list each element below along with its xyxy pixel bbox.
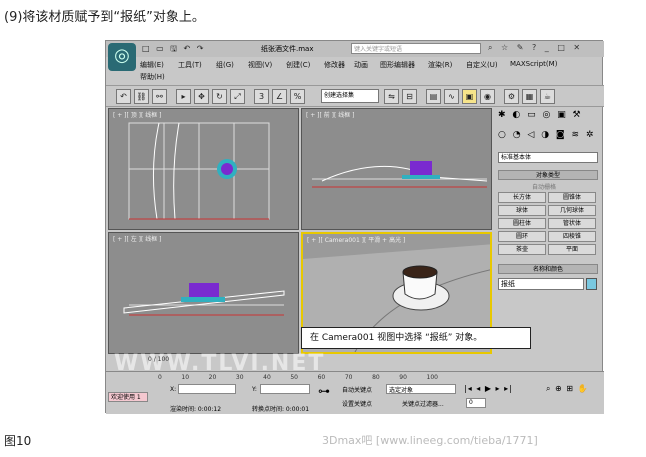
x-label: X:: [170, 386, 177, 393]
unlink-icon[interactable]: ⚯: [152, 89, 167, 104]
auto-key-button[interactable]: 自动关键点: [342, 385, 372, 394]
menu-rendering[interactable]: 渲染(R): [428, 60, 452, 70]
tick-label: 30: [235, 374, 244, 381]
mirror-icon[interactable]: ⇋: [384, 89, 399, 104]
viewport-navigation-controls[interactable]: ⌕ ⊕ ⊞ ✋: [546, 384, 588, 394]
cylinder-button[interactable]: 圆柱体: [498, 218, 546, 229]
tick-label: 10: [181, 374, 190, 381]
current-frame-input[interactable]: 0: [466, 398, 486, 408]
name-color-rollout[interactable]: 名称和颜色: [498, 264, 598, 274]
menu-tools[interactable]: 工具(T): [178, 60, 202, 70]
y-label: Y:: [252, 386, 257, 393]
viewport-front[interactable]: [ + ][ 前 ][ 线框 ]: [301, 108, 492, 230]
render-icon[interactable]: ☕: [540, 89, 555, 104]
plane-button[interactable]: 平面: [548, 244, 596, 255]
source-watermark: 3Dmax吧 [www.lineeg.com/tieba/1771]: [322, 434, 538, 447]
torus-button[interactable]: 圆环: [498, 231, 546, 242]
menu-maxscript[interactable]: MAXScript(M): [510, 60, 557, 68]
max-app-window: ◎ □ ▭ 🖫 ↶ ↷ 纸张酒文件.max 键入关键字或短语 ⌕ ☆ ✎ ? _…: [105, 40, 604, 414]
quick-access-toolbar[interactable]: □ ▭ 🖫 ↶ ↷: [142, 43, 206, 57]
render-setup-icon[interactable]: ⚙: [504, 89, 519, 104]
timeline-ruler[interactable]: 0 10 20 30 40 50 60 70 80 90 100: [158, 374, 438, 382]
layer-icon[interactable]: ▤: [426, 89, 441, 104]
timeline-counter[interactable]: 0 / 100: [148, 356, 169, 363]
viewport-left-scene: [123, 283, 285, 316]
tick-label: 100: [426, 374, 438, 381]
viewport-top-scene: [128, 122, 270, 220]
percent-snap-icon[interactable]: %: [290, 89, 305, 104]
menu-view[interactable]: 视图(V): [248, 60, 272, 70]
material-editor-icon[interactable]: ◉: [480, 89, 495, 104]
menu-help[interactable]: 帮助(H): [140, 72, 165, 82]
teapot-button[interactable]: 茶壶: [498, 244, 546, 255]
menu-create[interactable]: 创建(C): [286, 60, 310, 70]
command-panel-tabs[interactable]: ✱ ◐ ▭ ◎ ▣ ⚒: [498, 110, 583, 120]
selection-set-dropdown[interactable]: 创建选择集: [321, 89, 379, 103]
key-icon[interactable]: ⊶: [318, 384, 330, 398]
tick-label: 90: [399, 374, 407, 381]
menu-customize[interactable]: 自定义(U): [466, 60, 498, 70]
angle-snap-icon[interactable]: ∠: [272, 89, 287, 104]
y-coordinate-input[interactable]: [260, 384, 310, 394]
object-type-rollout[interactable]: 对象类型: [498, 170, 598, 180]
render-time-text: 渲染时间: 0:00:12: [170, 406, 222, 413]
tick-label: 20: [208, 374, 217, 381]
selected-dropdown[interactable]: 选定对象: [386, 384, 456, 394]
link-icon[interactable]: ⛓: [134, 89, 149, 104]
menu-modifiers[interactable]: 修改器: [324, 60, 345, 70]
schematic-icon[interactable]: ▣: [462, 89, 477, 104]
undo-icon[interactable]: ↶: [116, 89, 131, 104]
max-logo-icon[interactable]: ◎: [108, 43, 136, 71]
viewport-front-scene: [312, 161, 488, 188]
tutorial-step-caption: (9)将该材质赋予到“报纸”对象上。: [4, 10, 205, 25]
menu-group[interactable]: 组(G): [216, 60, 234, 70]
tick-label: 80: [372, 374, 380, 381]
help-icons[interactable]: ⌕ ☆ ✎ ? _ □ ✕: [488, 43, 583, 53]
tick-label: 70: [344, 374, 353, 381]
tube-button[interactable]: 管状体: [548, 218, 596, 229]
tick-label: 40: [263, 374, 271, 381]
primitive-type-dropdown[interactable]: 标准基本体: [498, 152, 598, 163]
move-icon[interactable]: ✥: [194, 89, 209, 104]
set-key-button[interactable]: 设置关键点: [342, 399, 372, 408]
status-bar: 0 / 100 0 10 20 30 40 50 60 70 80 90 100…: [106, 356, 604, 414]
convert-time-text: 转换点时间: 0:00:01: [252, 406, 310, 413]
geosphere-button[interactable]: 几何球体: [548, 205, 596, 216]
x-coordinate-input[interactable]: [178, 384, 236, 394]
scale-icon[interactable]: ⤢: [230, 89, 245, 104]
create-category-icons[interactable]: ○ ◔ ◁ ◑ ◙ ≋ ✲: [498, 130, 595, 140]
curve-editor-icon[interactable]: ∿: [444, 89, 459, 104]
playback-controls[interactable]: |◂ ◂ ▶ ▸ ▸|: [464, 384, 513, 393]
autogrid-checkbox[interactable]: 自动栅格: [532, 182, 556, 191]
tick-label: 50: [290, 374, 298, 381]
menu-graph-editors[interactable]: 图形编辑器: [380, 60, 415, 70]
search-input[interactable]: 键入关键字或短语: [351, 43, 481, 54]
align-icon[interactable]: ⊟: [402, 89, 417, 104]
menu-bar: 编辑(E) 工具(T) 组(G) 视图(V) 创建(C) 修改器 动画 图形编辑…: [140, 58, 602, 84]
render-frame-icon[interactable]: ▦: [522, 89, 537, 104]
object-name-input[interactable]: 报纸: [498, 278, 584, 290]
rotate-icon[interactable]: ↻: [212, 89, 227, 104]
box-button[interactable]: 长方体: [498, 192, 546, 203]
sphere-button[interactable]: 球体: [498, 205, 546, 216]
viewport-top[interactable]: [ + ][ 顶 ][ 线框 ]: [108, 108, 299, 230]
cone-button[interactable]: 圆锥体: [548, 192, 596, 203]
figure-label: 图10: [4, 434, 32, 448]
document-title: 纸张酒文件.max: [261, 45, 314, 53]
object-color-swatch[interactable]: [586, 278, 597, 290]
select-icon[interactable]: ▸: [176, 89, 191, 104]
main-toolbar: ↶ ⛓ ⚯ ▸ ✥ ↻ ⤢ 3 ∠ % 创建选择集 ⇋ ⊟ ▤ ∿ ▣ ◉ ⚙ …: [106, 85, 604, 107]
tick-label: 0: [158, 374, 162, 381]
instruction-callout: 在 Camera001 视图中选择 “报纸” 对象。: [301, 327, 531, 349]
viewport-left[interactable]: [ + ][ 左 ][ 线框 ]: [108, 232, 299, 354]
snap-icon[interactable]: 3: [254, 89, 269, 104]
tick-label: 60: [317, 374, 326, 381]
pyramid-button[interactable]: 四棱锥: [548, 231, 596, 242]
menu-edit[interactable]: 编辑(E): [140, 60, 164, 70]
title-bar: ◎ □ ▭ 🖫 ↶ ↷ 纸张酒文件.max 键入关键字或短语 ⌕ ☆ ✎ ? _…: [106, 41, 604, 71]
welcome-field[interactable]: 欢迎使用 1: [108, 392, 148, 402]
key-filters-button[interactable]: 关键点过滤器...: [402, 399, 444, 408]
menu-animation[interactable]: 动画: [354, 60, 368, 70]
